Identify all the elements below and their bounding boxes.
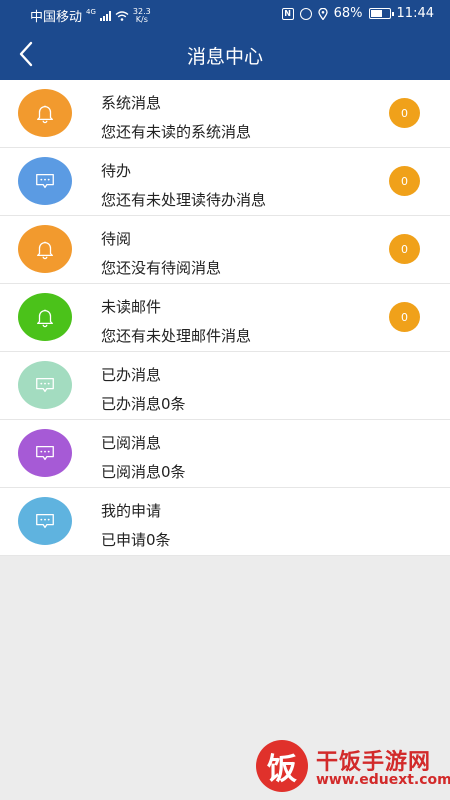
- message-title: 已阅消息: [101, 434, 162, 452]
- bell-icon: [37, 105, 53, 124]
- speed-unit: K/s: [135, 14, 148, 24]
- chat-avatar: [18, 497, 72, 545]
- chat-icon: [36, 513, 54, 529]
- message-row[interactable]: 待办您还有未处理读待办消息 0: [0, 148, 450, 216]
- battery-fill: [370, 10, 383, 17]
- unread-count-badge: 0: [389, 234, 420, 264]
- chat-icon: [36, 445, 54, 461]
- network-speed: 32.3 K/s: [133, 7, 151, 24]
- alarm-icon: [299, 7, 312, 20]
- message-title: 我的申请: [101, 502, 162, 520]
- message-subtitle: 您还有未处理邮件消息: [101, 327, 252, 345]
- message-title: 待办: [101, 162, 132, 180]
- status-bar: 中国移动 4G 32.3 K/s N 68% 11:44: [0, 0, 450, 28]
- header-bar: 消息中心: [0, 28, 450, 80]
- message-row[interactable]: 已阅消息已阅消息0条: [0, 420, 450, 488]
- location-icon: [317, 7, 328, 20]
- signal-icon: [99, 10, 111, 21]
- watermark: 饭 干饭手游网 www.eduext.com: [250, 738, 450, 796]
- chat-icon: [36, 377, 54, 393]
- message-row[interactable]: 系统消息您还有未读的系统消息 0: [0, 80, 450, 148]
- network-type: 4G: [86, 8, 96, 16]
- chat-avatar: [18, 361, 72, 409]
- message-list: 系统消息您还有未读的系统消息 0 待办您还有未处理读待办消息 0 待阅您还没有待阅消息 0…: [0, 80, 450, 556]
- message-row[interactable]: 待阅您还没有待阅消息 0: [0, 216, 450, 284]
- message-subtitle: 您还有未读的系统消息: [101, 123, 252, 141]
- carrier-name: 中国移动: [30, 10, 83, 25]
- unread-count-badge: 0: [389, 302, 420, 332]
- message-subtitle: 您还有未处理读待办消息: [101, 191, 267, 209]
- bell-avatar: [18, 293, 72, 341]
- chat-icon: [36, 173, 54, 189]
- battery-percent: 68%: [333, 6, 363, 21]
- message-title: 待阅: [101, 230, 132, 248]
- unread-count-badge: 0: [389, 166, 420, 196]
- bell-icon: [37, 309, 53, 328]
- message-subtitle: 已办消息0条: [101, 395, 186, 413]
- nfc-icon: N: [281, 7, 294, 20]
- bell-avatar: [18, 225, 72, 273]
- message-row[interactable]: 我的申请已申请0条: [0, 488, 450, 556]
- bell-icon: [37, 241, 53, 260]
- clock: 11:44: [396, 6, 434, 21]
- chat-avatar: [18, 157, 72, 205]
- message-row[interactable]: 已办消息已办消息0条: [0, 352, 450, 420]
- watermark-url: www.eduext.com: [316, 772, 450, 788]
- bell-avatar: [18, 89, 72, 137]
- page-title: 消息中心: [186, 46, 263, 68]
- message-title: 已办消息: [101, 366, 162, 384]
- watermark-logo: 饭: [256, 740, 308, 792]
- message-subtitle: 您还没有待阅消息: [101, 259, 222, 277]
- unread-count-badge: 0: [389, 98, 420, 128]
- message-subtitle: 已阅消息0条: [101, 463, 186, 481]
- chat-avatar: [18, 429, 72, 477]
- message-row[interactable]: 未读邮件您还有未处理邮件消息 0: [0, 284, 450, 352]
- message-subtitle: 已申请0条: [101, 531, 171, 549]
- wifi-icon: [115, 10, 129, 21]
- message-title: 未读邮件: [101, 298, 162, 316]
- battery-icon: [368, 8, 394, 19]
- message-title: 系统消息: [101, 94, 162, 112]
